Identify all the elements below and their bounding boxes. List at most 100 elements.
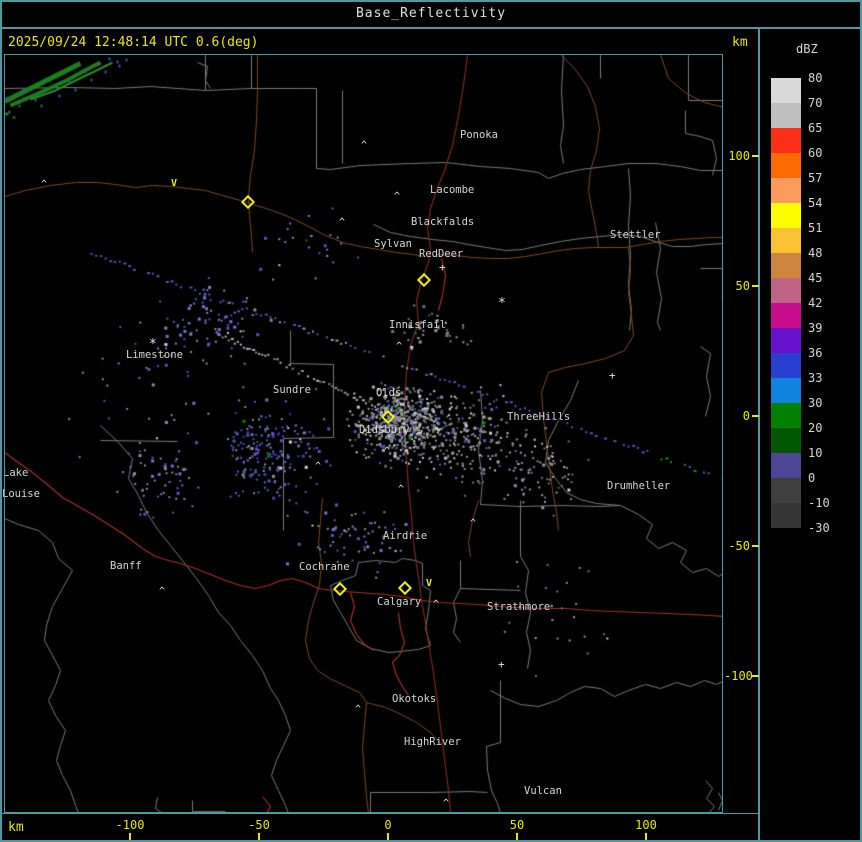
- colorbar-swatch: [771, 378, 801, 403]
- colorbar-swatch: [771, 303, 801, 328]
- right-axis-tick-label: -50: [728, 539, 750, 553]
- summit-caret-icon: ^: [398, 484, 405, 495]
- colorbar-swatch: [771, 178, 801, 203]
- summit-caret-icon: ^: [355, 704, 362, 715]
- summit-caret-icon: ^: [470, 518, 477, 529]
- bottom-axis-unit-label: km: [8, 820, 24, 835]
- plus-marker-icon: +: [609, 369, 616, 382]
- city-label-sundre: Sundre: [273, 384, 311, 396]
- colorbar-swatch: [771, 228, 801, 253]
- colorbar-swatch: [771, 278, 801, 303]
- bottom-axis-tick: [129, 833, 131, 840]
- colorbar-swatch: [771, 478, 801, 503]
- right-axis-unit-label: km: [732, 35, 748, 50]
- colorbar-separator: [758, 29, 760, 842]
- colorbar-swatch: [771, 453, 801, 478]
- city-label-sylvan: Sylvan: [374, 238, 412, 250]
- bottom-axis-tick-label: -50: [248, 818, 270, 832]
- colorbar-tick-label: 30: [808, 396, 823, 410]
- city-label-olds: Olds: [376, 387, 402, 399]
- colorbar-swatch: [771, 128, 801, 153]
- colorbar-swatch: [771, 103, 801, 128]
- right-axis-tick: [752, 545, 759, 547]
- bottom-axis-separator: [0, 813, 760, 814]
- bottom-axis-tick-label: 50: [509, 818, 525, 832]
- right-axis-tick: [752, 155, 759, 157]
- colorbar-tick-label: 33: [808, 371, 823, 385]
- right-axis-tick-label: 0: [742, 409, 750, 423]
- colorbar-swatch: [771, 353, 801, 378]
- colorbar-tick-label: 65: [808, 121, 823, 135]
- city-label-threehills: ThreeHills: [507, 411, 571, 423]
- city-label-okotoks: Okotoks: [392, 693, 437, 705]
- timestamp-elevation-label: 2025/09/24 12:48:14 UTC 0.6(deg): [8, 35, 259, 50]
- colorbar-swatch: [771, 78, 801, 103]
- colorbar-swatch: [771, 428, 801, 453]
- city-label-highriver: HighRiver: [404, 736, 461, 748]
- radar-app-window: Base_Reflectivity 2025/09/24 12:48:14 UT…: [0, 0, 862, 842]
- summit-caret-icon: ^: [159, 586, 166, 597]
- city-label-airdrie: Airdrie: [383, 530, 428, 542]
- city-label-cochrane: Cochrane: [299, 561, 350, 573]
- summit-caret-icon: ^: [394, 191, 401, 202]
- summit-caret-icon: ^: [361, 140, 368, 151]
- colorbar-tick-label: 20: [808, 421, 823, 435]
- colorbar-tick-label: 36: [808, 346, 823, 360]
- right-axis-tick-label: -100: [724, 669, 753, 683]
- summit-caret-icon: ^: [433, 599, 440, 610]
- colorbar-swatch: [771, 403, 801, 428]
- summit-caret-icon: ^: [315, 461, 322, 472]
- bottom-axis-tick-label: -100: [115, 818, 145, 832]
- city-label-louise: Louise: [2, 488, 40, 500]
- bottom-axis-tick: [387, 833, 389, 840]
- right-axis-tick: [752, 415, 759, 417]
- city-label-banff: Banff: [110, 560, 142, 572]
- city-label-reddeer: RedDeer: [419, 248, 464, 260]
- bottom-axis-tick-label: 0: [384, 818, 392, 832]
- bottom-axis-tick: [516, 833, 518, 840]
- summit-caret-icon: ^: [396, 341, 403, 352]
- colorbar-tick-label: 60: [808, 146, 823, 160]
- city-label-blackfalds: Blackfalds: [411, 216, 475, 228]
- summit-caret-icon: ^: [384, 446, 391, 457]
- right-axis-tick-label: 100: [728, 149, 750, 163]
- colorbar-tick-label: -30: [808, 521, 830, 535]
- colorbar-swatch: [771, 203, 801, 228]
- colorbar-tick-label: 39: [808, 321, 823, 335]
- city-label-strathmore: Strathmore: [487, 601, 551, 613]
- colorbar-swatch: [771, 503, 801, 528]
- summit-caret-icon: ^: [339, 217, 346, 228]
- colorbar-tick-label: -10: [808, 496, 830, 510]
- colorbar-tick-label: 57: [808, 171, 823, 185]
- summit-caret-icon: ^: [443, 798, 450, 809]
- city-label-calgary: Calgary: [377, 596, 422, 608]
- colorbar-tick-label: 70: [808, 96, 823, 110]
- colorbar-tick-label: 45: [808, 271, 823, 285]
- bottom-axis-tick: [258, 833, 260, 840]
- status-bar: 2025/09/24 12:48:14 UTC 0.6(deg) km: [0, 29, 862, 54]
- colorbar-tick-label: 54: [808, 196, 823, 210]
- vee-marker-icon: V: [426, 578, 433, 589]
- colorbar-swatch: [771, 328, 801, 353]
- colorbar-swatch: [771, 253, 801, 278]
- colorbar-swatch: [771, 153, 801, 178]
- bottom-axis-tick: [645, 833, 647, 840]
- colorbar-tick-label: 51: [808, 221, 823, 235]
- colorbar-tick-label: 48: [808, 246, 823, 260]
- title-bar: Base_Reflectivity: [0, 0, 862, 29]
- asterisk-marker-icon: *: [149, 337, 157, 352]
- plus-marker-icon: +: [498, 658, 505, 671]
- city-label-vulcan: Vulcan: [524, 785, 562, 797]
- city-label-lacombe: Lacombe: [430, 184, 475, 196]
- bottom-axis-tick-label: 100: [635, 818, 657, 832]
- summit-caret-icon: ^: [41, 179, 48, 190]
- city-label-didsbury: Didsbury: [359, 424, 410, 436]
- colorbar-tick-label: 42: [808, 296, 823, 310]
- city-label-drumheller: Drumheller: [607, 480, 671, 492]
- city-label-stettler: Stettler: [610, 229, 661, 241]
- right-axis-tick: [752, 675, 759, 677]
- colorbar-tick-label: 80: [808, 71, 823, 85]
- city-label-innisfail: Innisfail: [389, 319, 446, 331]
- plus-marker-icon: +: [439, 261, 446, 274]
- city-label-ponoka: Ponoka: [460, 129, 498, 141]
